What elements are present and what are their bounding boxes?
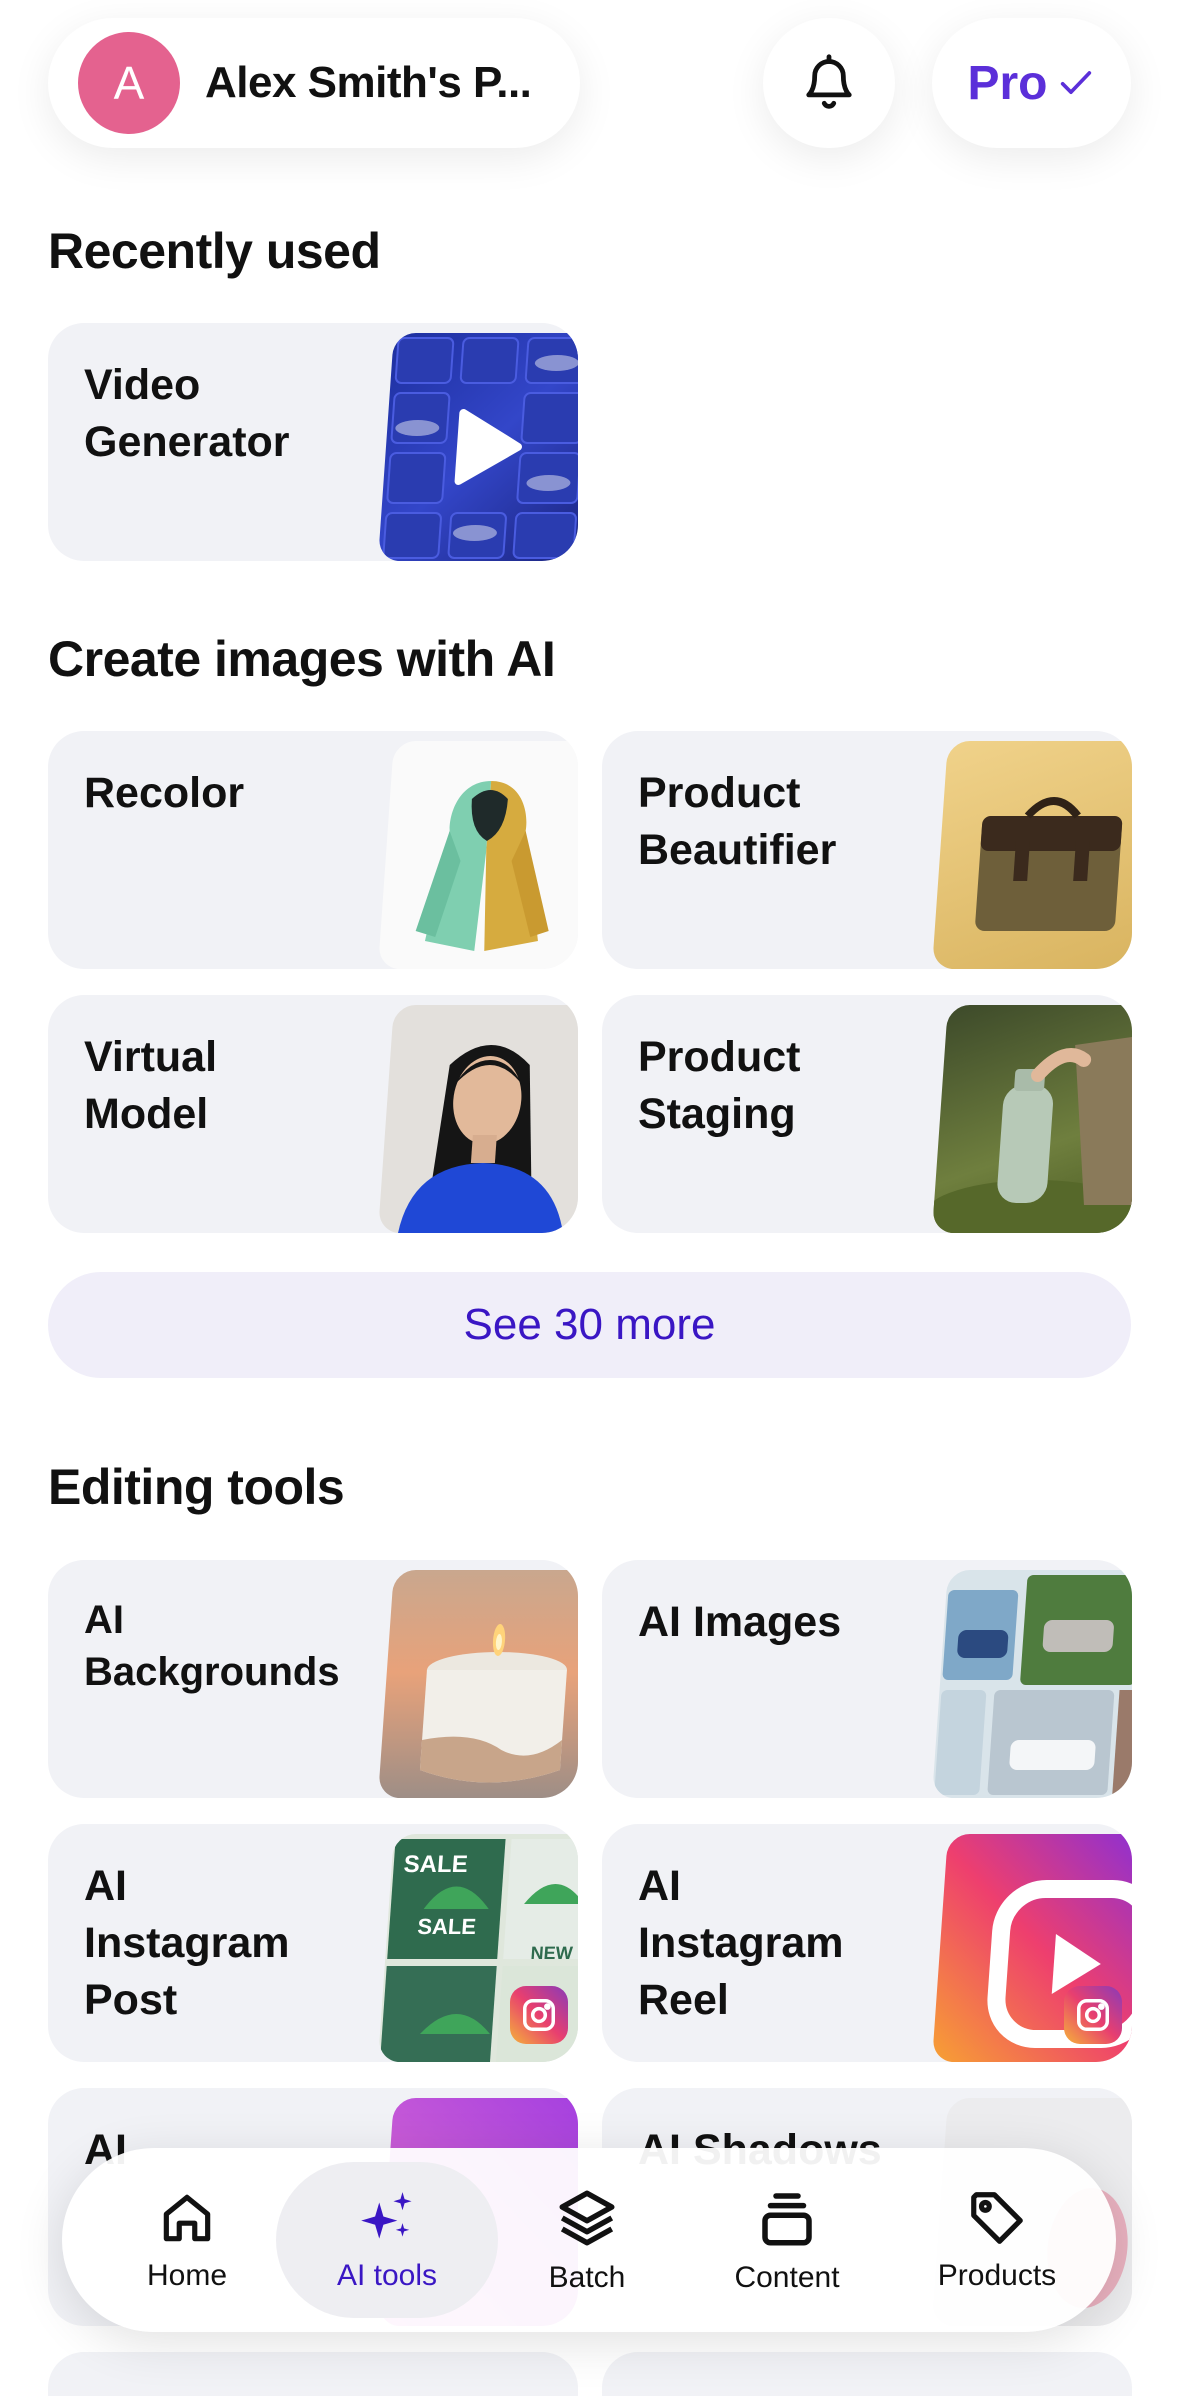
sparkles-icon xyxy=(361,2192,412,2239)
avatar: A xyxy=(78,32,180,134)
tool-card-recolor[interactable]: Recolor xyxy=(48,731,578,969)
tool-card-virtual-model[interactable]: Virtual Model xyxy=(48,995,578,1233)
tool-card-partial xyxy=(48,2352,578,2396)
product-staging-thumbnail xyxy=(932,1005,1132,1233)
tool-card-label: Virtual Model xyxy=(84,1033,218,1138)
svg-text:SALE: SALE xyxy=(417,1914,477,1939)
tool-card-label: Recolor xyxy=(84,769,245,817)
tool-card-label: AI Instagram Post xyxy=(84,1862,290,2024)
nav-item-products[interactable]: Products xyxy=(912,2148,1082,2332)
recolor-thumbnail xyxy=(378,741,578,969)
stack-icon xyxy=(762,2193,812,2246)
tool-card-ai-instagram-reel[interactable]: AI Instagram Reel xyxy=(602,1824,1132,2062)
bell-icon xyxy=(806,54,852,109)
notifications-button[interactable] xyxy=(763,18,895,148)
section-title-create-images: Create images with AI xyxy=(48,631,556,687)
tool-card-ai-images[interactable]: AI Images xyxy=(602,1560,1132,1798)
nav-item-home[interactable]: Home xyxy=(122,2148,252,2332)
tool-card-label: AI Instagram Reel xyxy=(638,1862,844,2024)
tool-card-ai-instagram-post[interactable]: AI Instagram Post SALE SALE NEW BUY xyxy=(48,1824,578,2062)
profile-switcher[interactable]: A Alex Smith's P... xyxy=(48,18,580,148)
tool-card-product-beautifier[interactable]: Product Beautifier xyxy=(602,731,1132,969)
tag-icon xyxy=(971,2192,1023,2244)
tool-card-label: AI Backgrounds xyxy=(84,1598,340,1694)
see-more-button[interactable]: See 30 more xyxy=(48,1272,1131,1378)
checkmark-icon xyxy=(1060,71,1091,94)
tool-card-video-generator[interactable]: Video Generator xyxy=(48,323,578,561)
profile-name: Alex Smith's P... xyxy=(205,58,532,107)
svg-text:SALE: SALE xyxy=(403,1851,469,1878)
nav-label: AI tools xyxy=(336,2259,438,2292)
instagram-icon xyxy=(1064,1986,1122,2044)
tool-card-ai-backgrounds[interactable]: AI Backgrounds xyxy=(48,1560,578,1798)
product-beautifier-thumbnail xyxy=(932,741,1132,969)
ai-backgrounds-thumbnail xyxy=(378,1570,578,1798)
video-generator-thumbnail xyxy=(378,333,578,561)
play-icon xyxy=(454,409,522,485)
section-title-editing-tools: Editing tools xyxy=(48,1459,345,1515)
tool-card-product-staging[interactable]: Product Staging xyxy=(602,995,1132,1233)
bottom-navigation: Home AI tools Batch Content Products xyxy=(62,2148,1116,2332)
nav-item-content[interactable]: Content xyxy=(712,2148,862,2332)
virtual-model-thumbnail xyxy=(378,1005,578,1233)
home-icon xyxy=(163,2194,211,2242)
pro-status-button[interactable]: Pro xyxy=(932,18,1131,148)
nav-label: Products xyxy=(937,2259,1057,2292)
tool-card-label: Video Generator xyxy=(84,361,290,466)
layers-icon xyxy=(559,2190,615,2246)
nav-item-ai-tools[interactable]: AI tools xyxy=(312,2148,462,2332)
nav-label: Batch xyxy=(548,2261,626,2294)
svg-text:NEW: NEW xyxy=(530,1943,573,1963)
tool-card-label: Product Beautifier xyxy=(638,769,837,874)
tool-card-partial xyxy=(602,2352,1132,2396)
instagram-icon xyxy=(510,1986,568,2044)
nav-label: Home xyxy=(146,2259,228,2292)
nav-label: Content xyxy=(734,2261,840,2294)
ai-images-thumbnail xyxy=(932,1570,1132,1798)
nav-item-batch[interactable]: Batch xyxy=(522,2148,652,2332)
top-header: A Alex Smith's P... Pro xyxy=(0,0,1179,190)
pro-label: Pro xyxy=(967,56,1048,110)
tool-card-label: AI Images xyxy=(638,1598,842,1646)
tool-card-label: Product Staging xyxy=(638,1033,801,1138)
section-title-recently-used: Recently used xyxy=(48,223,381,279)
